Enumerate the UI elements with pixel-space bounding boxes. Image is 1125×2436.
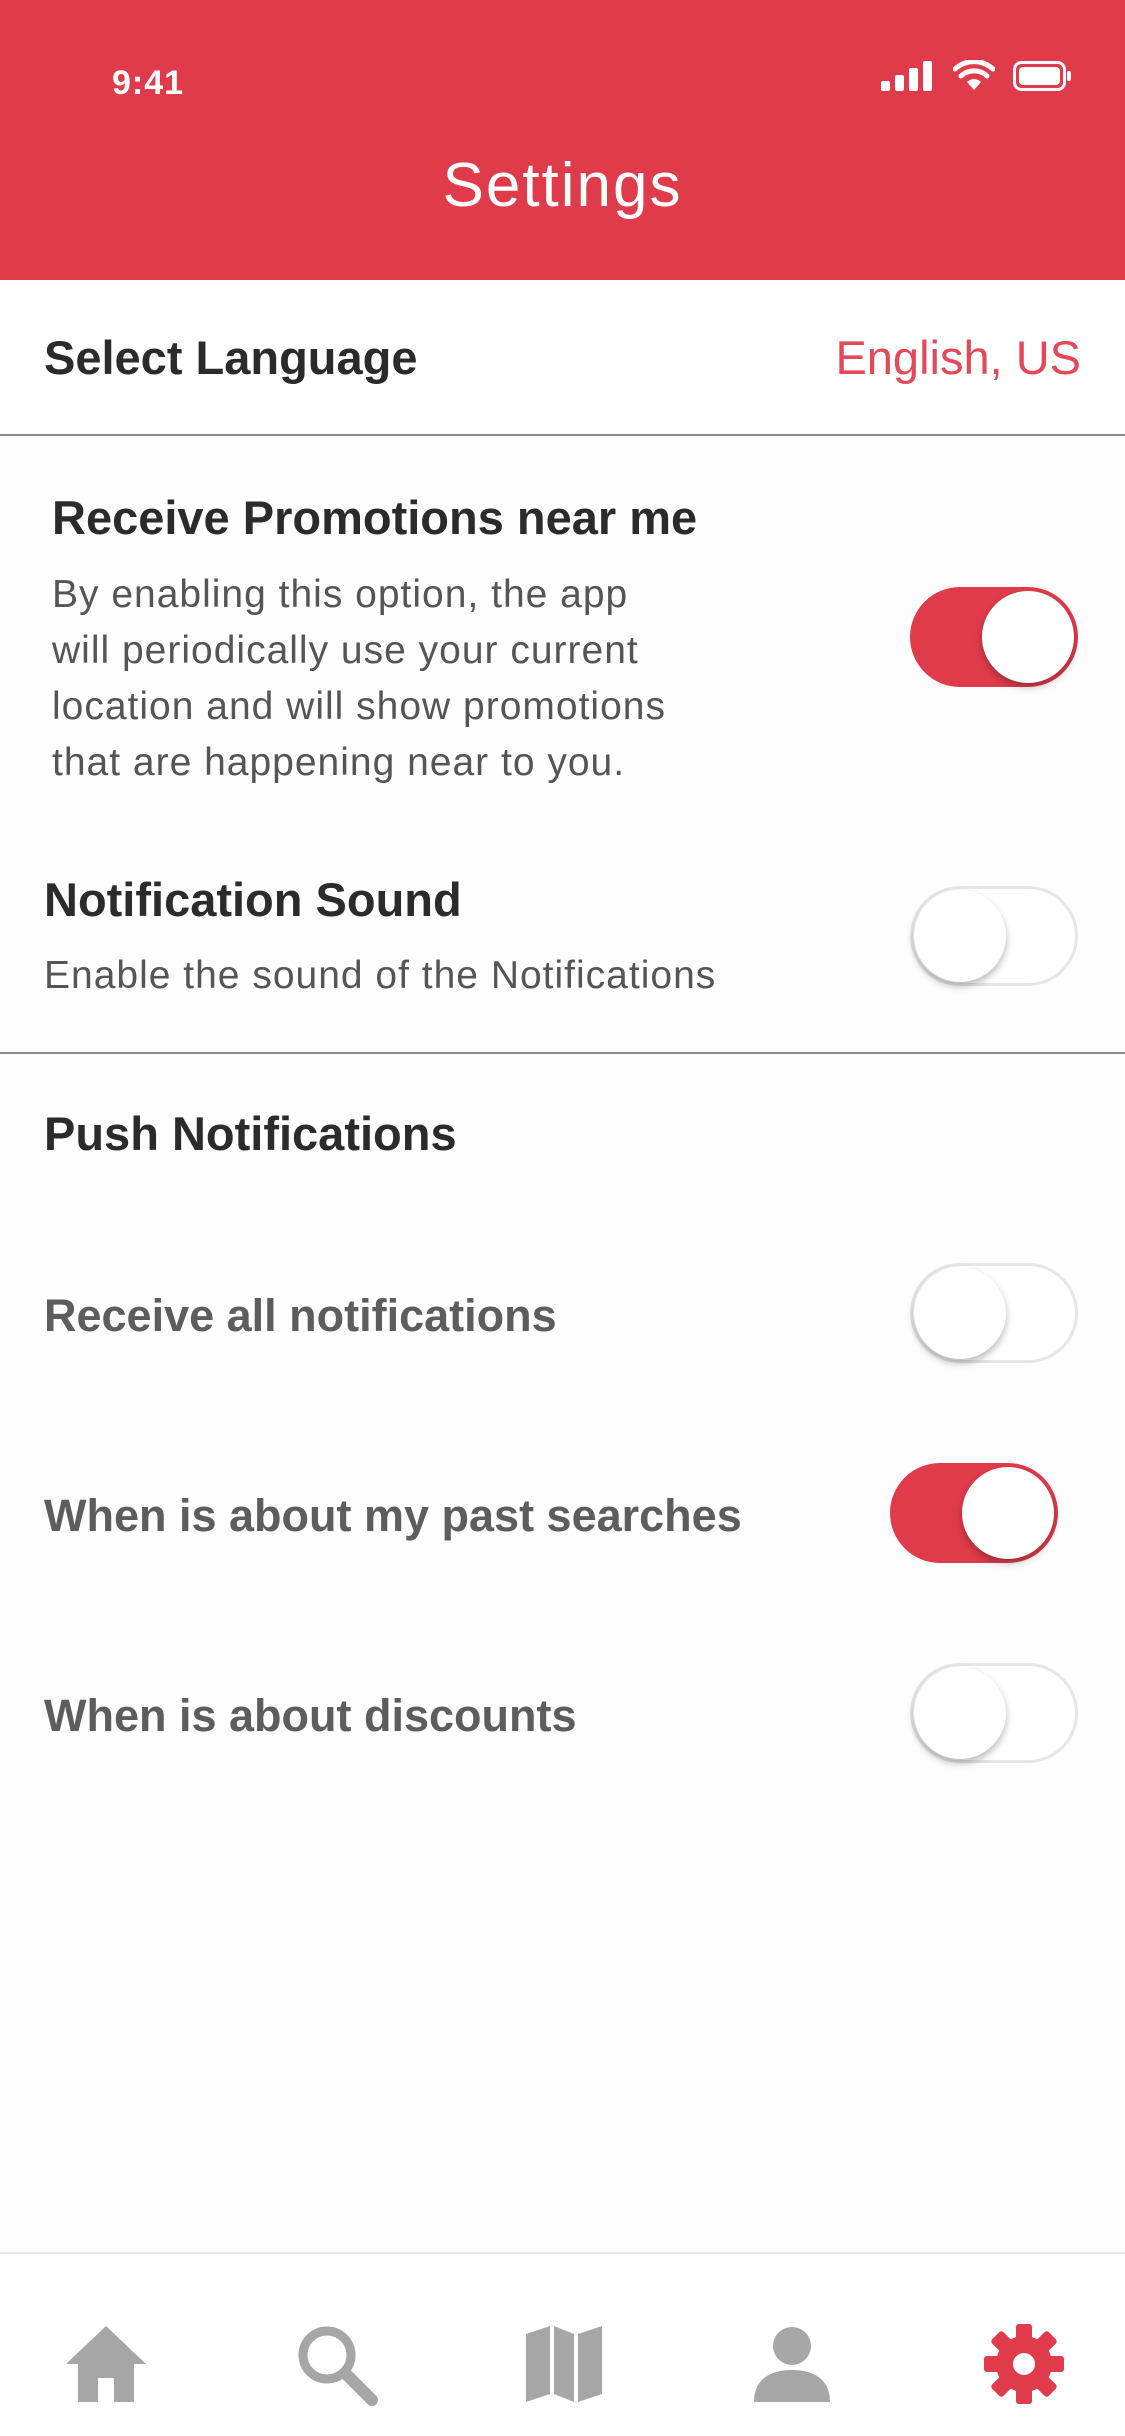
toggle-knob bbox=[914, 890, 1006, 982]
divider bbox=[0, 434, 1125, 436]
language-value[interactable]: English, US bbox=[835, 330, 1081, 385]
promotions-description-line: that are happening near to you. bbox=[52, 741, 626, 784]
notification-sound-description: Enable the sound of the Notifications bbox=[44, 954, 717, 997]
promotions-description: By enabling this option, the app will pe… bbox=[52, 567, 666, 791]
tab-map[interactable] bbox=[514, 2314, 614, 2414]
push-notifications-title: Push Notifications bbox=[44, 1107, 457, 1160]
tab-profile[interactable] bbox=[742, 2314, 842, 2414]
divider bbox=[0, 1052, 1125, 1054]
notification-sound-toggle[interactable] bbox=[910, 886, 1078, 986]
status-time: 9:41 bbox=[112, 64, 185, 102]
profile-icon bbox=[754, 2327, 830, 2402]
toggle-knob bbox=[982, 591, 1074, 683]
signal-icon bbox=[881, 61, 932, 91]
language-label: Select Language bbox=[44, 331, 418, 384]
header-bar: 9:41 Settings bbox=[0, 0, 1125, 280]
toggle-knob bbox=[914, 1667, 1006, 1759]
promotions-description-line: By enabling this option, the app bbox=[52, 573, 629, 616]
discounts-label: When is about discounts bbox=[44, 1690, 577, 1741]
map-icon bbox=[526, 2326, 602, 2402]
past-searches-label: When is about my past searches bbox=[44, 1490, 742, 1541]
promotions-title: Receive Promotions near me bbox=[52, 491, 698, 544]
tab-bar bbox=[0, 2252, 1125, 2436]
tab-search[interactable] bbox=[286, 2314, 386, 2414]
toggle-knob bbox=[914, 1267, 1006, 1359]
notification-sound-title: Notification Sound bbox=[44, 873, 462, 926]
promotions-description-line: location and will show promotions bbox=[52, 685, 666, 728]
tab-home[interactable] bbox=[56, 2314, 156, 2414]
receive-all-toggle[interactable] bbox=[910, 1263, 1078, 1363]
gear-icon bbox=[984, 2324, 1064, 2404]
promotions-toggle[interactable] bbox=[910, 587, 1078, 687]
status-icons bbox=[881, 60, 1073, 92]
promotions-description-line: will periodically use your current bbox=[52, 629, 639, 672]
search-icon bbox=[298, 2326, 378, 2406]
receive-all-label: Receive all notifications bbox=[44, 1290, 557, 1341]
wifi-icon bbox=[953, 60, 995, 90]
settings-screen: 9:41 Settings Select Language English, U bbox=[0, 0, 1125, 2436]
battery-icon bbox=[1013, 61, 1071, 91]
past-searches-toggle[interactable] bbox=[890, 1463, 1058, 1563]
page-title: Settings bbox=[442, 151, 683, 220]
home-icon bbox=[66, 2326, 146, 2402]
toggle-knob bbox=[962, 1467, 1054, 1559]
discounts-toggle[interactable] bbox=[910, 1663, 1078, 1763]
tab-settings[interactable] bbox=[974, 2314, 1074, 2414]
